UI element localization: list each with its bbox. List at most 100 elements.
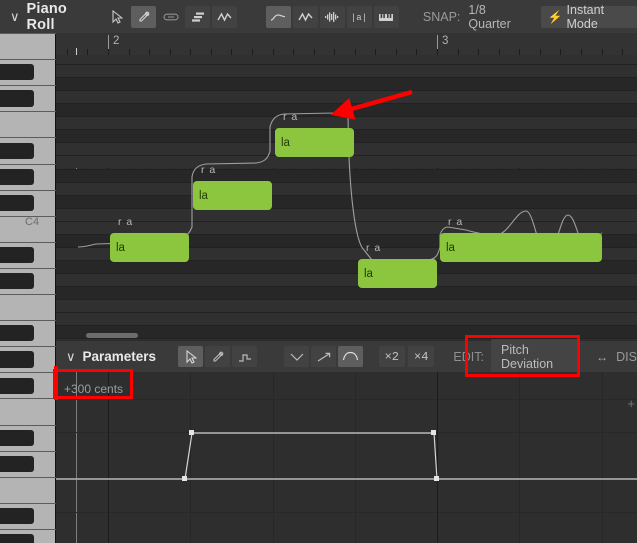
white-key-divider <box>0 528 56 530</box>
pencil-tool[interactable] <box>131 5 157 28</box>
note-lyric-label[interactable]: la <box>364 268 373 280</box>
page-title: Piano Roll <box>26 0 67 33</box>
black-key[interactable] <box>0 194 34 211</box>
black-key[interactable] <box>0 273 34 290</box>
parameters-collapse-caret-icon[interactable]: ∨ <box>66 350 76 363</box>
grid-row-divider <box>56 77 637 79</box>
pitch-zigzag-view[interactable] <box>292 5 318 28</box>
black-key[interactable] <box>0 508 34 525</box>
black-key[interactable] <box>0 534 34 543</box>
bar-number: 2 <box>113 35 120 47</box>
waveform-view[interactable] <box>319 5 345 28</box>
edit-tools-group <box>104 5 239 28</box>
white-key-divider <box>0 294 56 295</box>
grid-row <box>56 299 637 313</box>
note-phoneme-label[interactable]: r a <box>366 242 381 254</box>
playhead-marker[interactable] <box>76 48 77 55</box>
instant-mode-button[interactable]: ⚡ Instant Mode <box>540 2 637 31</box>
note-lyric-label[interactable]: la <box>116 242 125 254</box>
keyboard-red-strip <box>54 366 58 400</box>
note-phoneme-label[interactable]: r a <box>118 216 133 228</box>
pitch-deviation-highlight <box>465 335 580 377</box>
grid-row-divider <box>56 220 637 222</box>
black-key[interactable] <box>0 142 34 159</box>
pointer-tool[interactable] <box>104 6 129 28</box>
link-tool[interactable] <box>158 6 183 28</box>
note-lyric-label[interactable]: la <box>281 137 290 149</box>
white-key-divider <box>0 111 56 113</box>
white-key-divider <box>0 59 56 61</box>
note-lyric-label[interactable]: la <box>446 242 455 254</box>
white-key-divider <box>0 189 56 191</box>
grid-row-divider <box>56 299 637 300</box>
black-key[interactable] <box>0 429 34 446</box>
quantize-tool[interactable] <box>185 5 211 28</box>
parameter-curve[interactable] <box>56 372 637 543</box>
note-phoneme-label[interactable]: r a <box>283 111 298 123</box>
white-key-divider <box>0 424 56 426</box>
param-step-tool[interactable] <box>232 346 258 367</box>
black-key[interactable] <box>0 455 34 472</box>
snap-label: SNAP: <box>422 9 461 24</box>
black-key[interactable] <box>0 247 34 264</box>
white-key-divider <box>0 241 56 243</box>
grid-row <box>56 194 637 208</box>
grid-row-divider <box>56 168 637 170</box>
pitch-tool[interactable] <box>212 5 238 28</box>
zoom-x2-button[interactable]: ×2 <box>378 346 406 367</box>
black-key[interactable] <box>0 325 34 342</box>
grid-row-divider <box>56 312 637 313</box>
parameters-title: Parameters <box>82 349 157 364</box>
note-block[interactable]: la <box>440 233 602 262</box>
param-arch-tool[interactable] <box>338 346 364 367</box>
piano-keyboard[interactable]: C4 <box>0 33 56 543</box>
collapse-caret-icon[interactable]: ∨ <box>10 10 20 23</box>
white-key-divider <box>0 163 56 165</box>
note-block[interactable]: la <box>193 181 272 210</box>
horizontal-arrows-icon[interactable]: ↔ <box>596 350 608 364</box>
parameter-editor-pane[interactable]: +300 cents + <box>56 372 637 543</box>
white-key-divider <box>0 476 56 478</box>
snap-value[interactable]: 1/8 Quarter <box>468 3 525 31</box>
note-block[interactable]: la <box>275 128 354 157</box>
phoneme-view[interactable]: |a| <box>346 5 372 28</box>
grid-row-divider <box>56 272 637 274</box>
parameter-tools-group <box>178 346 259 367</box>
grid-row <box>56 155 637 169</box>
note-phoneme-label[interactable]: r a <box>448 216 463 228</box>
note-lyric-label[interactable]: la <box>199 190 208 202</box>
view-tools-group: |a| <box>265 5 401 28</box>
grid-hscrollbar-thumb[interactable] <box>86 333 138 338</box>
black-key[interactable] <box>0 168 34 185</box>
param-v-shape-tool[interactable] <box>284 346 310 367</box>
key-label-c4: C4 <box>25 216 40 228</box>
display-label: DIS <box>616 349 637 364</box>
grid-row <box>56 55 637 65</box>
param-pencil-tool[interactable] <box>205 346 231 367</box>
param-pointer-tool[interactable] <box>178 346 204 367</box>
grid-row <box>56 285 637 299</box>
bolt-icon: ⚡ <box>547 9 563 24</box>
black-key[interactable] <box>0 351 34 368</box>
black-key[interactable] <box>0 90 34 107</box>
pitch-curve-view[interactable] <box>265 5 291 28</box>
note-block[interactable]: la <box>358 259 437 288</box>
keyboard-view[interactable] <box>373 5 399 28</box>
white-key-divider <box>0 372 56 374</box>
grid-row-divider <box>56 64 637 66</box>
black-key[interactable] <box>0 377 34 394</box>
instant-mode-label: Instant Mode <box>566 2 605 31</box>
grid-row <box>56 168 637 182</box>
cents-label-highlight <box>53 369 133 399</box>
white-key-divider <box>0 85 56 87</box>
note-block[interactable]: la <box>110 233 189 262</box>
note-phoneme-label[interactable]: r a <box>201 164 216 176</box>
zoom-x4-button[interactable]: ×4 <box>408 346 435 367</box>
grid-row-divider <box>56 181 637 183</box>
white-key-divider <box>0 398 56 400</box>
grid-row-divider <box>56 325 637 327</box>
black-key[interactable] <box>0 64 34 81</box>
grid-row <box>56 220 637 234</box>
grid-row <box>56 64 637 78</box>
param-ramp-tool[interactable] <box>311 346 337 367</box>
